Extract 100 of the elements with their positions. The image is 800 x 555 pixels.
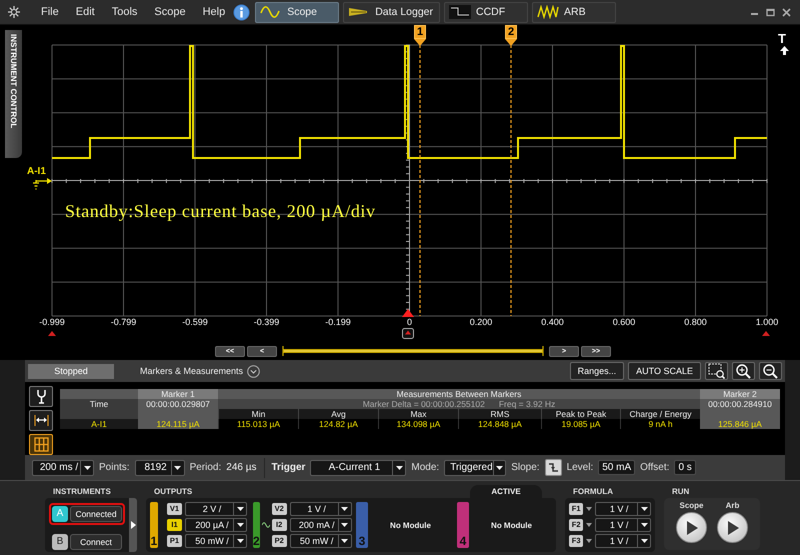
instrument-badge: A (52, 506, 68, 522)
scale-dropdown[interactable]: 1 V / (595, 534, 651, 548)
channel-bar: 3 (356, 502, 368, 548)
caret-icon (640, 507, 648, 511)
zoom-area-icon (708, 363, 725, 379)
span-arrows-icon (34, 413, 48, 428)
scale-dropdown[interactable]: 2 V / (185, 502, 247, 516)
section-title: OUTPUTS (153, 486, 192, 498)
tab[interactable]: CCDF (444, 2, 528, 22)
play-button[interactable] (717, 512, 748, 543)
trigger-marker-icon (402, 309, 414, 317)
expand-arrow-icon (130, 521, 136, 529)
chevron-down-icon[interactable] (247, 364, 260, 378)
center-button[interactable] (402, 328, 414, 339)
frequency-text: Freq = 3.92 Hz (498, 399, 556, 409)
caret-icon (236, 523, 244, 527)
connect-button[interactable]: Connect (70, 534, 122, 550)
axis-label: 1.000 (754, 317, 780, 327)
run-label: Arb (726, 501, 740, 510)
trigger-label: T (778, 31, 786, 46)
menu-item[interactable]: Edit (76, 6, 95, 18)
zoom-out-icon (762, 363, 779, 379)
menu-item[interactable]: Scope (154, 6, 186, 18)
table-cell: 00:00:00.284910 (700, 399, 780, 409)
scale-dropdown[interactable]: 1 V / (595, 518, 651, 532)
column-header: Marker 2 (700, 389, 780, 399)
up-arrow-icon (780, 46, 789, 55)
zigzag-icon (537, 5, 560, 19)
scroll-arrow-icon[interactable] (762, 331, 770, 336)
table-cell: 125.846 µA (700, 419, 780, 429)
points-dropdown[interactable]: 8192 (134, 460, 185, 476)
column-header: Max (378, 409, 458, 419)
menu-item[interactable]: File (41, 6, 59, 18)
empty-module-text: No Module (389, 520, 432, 532)
scale-dropdown[interactable]: 200 µA / (185, 518, 247, 532)
instrument-badge: B (52, 534, 68, 550)
caret-icon (236, 507, 244, 511)
zoom-out-button[interactable] (759, 362, 782, 380)
table-cell: 124.115 µA (138, 419, 218, 429)
scale-dropdown[interactable]: 50 mW / (185, 534, 247, 548)
mode-dropdown[interactable]: Triggered (444, 460, 506, 476)
scroll-arrow-icon[interactable] (48, 331, 56, 336)
period-value: 246 µs (226, 462, 256, 473)
trigger-source-dropdown[interactable]: A-Current 1 (310, 460, 406, 476)
scale-dropdown[interactable]: 200 mA / (290, 518, 352, 532)
slope-button[interactable] (544, 459, 562, 476)
trigger-label: Trigger (272, 462, 306, 473)
zoom-in-icon (735, 363, 752, 379)
tool-button[interactable] (29, 410, 53, 431)
axis-label: -0.199 (324, 317, 352, 327)
level-field[interactable]: 50 mA (598, 460, 636, 475)
info-icon[interactable] (233, 4, 250, 20)
step-curve-icon (449, 5, 472, 19)
auto-scale-button[interactable]: AUTO SCALE (628, 362, 701, 380)
close-icon[interactable] (782, 8, 791, 16)
caret-icon (640, 523, 648, 527)
annotation-text: Standby:Sleep current base, 200 µA/div (65, 201, 376, 222)
sine-wave-icon (260, 5, 282, 19)
section-title[interactable]: Markers & Measurements (140, 366, 244, 376)
scale-dropdown[interactable]: 1 V / (290, 502, 352, 516)
play-icon (686, 520, 698, 534)
tab[interactable]: Data Logger (343, 2, 440, 22)
table-cell: 00:00:00.029807 (138, 399, 218, 409)
caret-icon (496, 466, 503, 470)
falling-edge-icon (548, 462, 559, 473)
maximize-icon[interactable] (766, 8, 775, 16)
delta-text: Marker Delta = 00:00:00.255102 (362, 399, 485, 409)
dropdown-arrow-icon[interactable] (586, 539, 592, 543)
dropdown-arrow-icon[interactable] (586, 523, 592, 527)
scale-dropdown[interactable]: 50 mW / (290, 534, 352, 548)
tab[interactable]: Scope (255, 2, 340, 22)
connect-button[interactable]: Connected (70, 506, 122, 522)
offset-field[interactable]: 0 s (674, 460, 696, 475)
ground-icon (30, 178, 52, 192)
timebase-dropdown[interactable]: 200 ms / (32, 460, 94, 476)
tool-button[interactable] (29, 386, 53, 407)
channel-label: A-I1 (27, 166, 46, 177)
field-label: Slope: (511, 462, 540, 473)
expand-tab[interactable] (129, 498, 137, 552)
axis-label: -0.799 (110, 317, 138, 327)
zoom-area-button[interactable] (705, 362, 728, 380)
menu-item[interactable]: Tools (112, 6, 138, 18)
axis-label: 0.600 (612, 317, 636, 327)
instrument-row[interactable]: A Connected (49, 503, 125, 525)
grid-icon (34, 437, 48, 452)
channel-bar: 1 (150, 502, 158, 548)
dropdown-arrow-icon[interactable] (586, 507, 592, 511)
scale-dropdown[interactable]: 1 V / (595, 502, 651, 516)
menu-item[interactable]: Help (202, 6, 226, 18)
tab[interactable]: ARB (532, 2, 616, 22)
caret-icon (341, 539, 348, 543)
zoom-in-button[interactable] (732, 362, 755, 380)
field-label: Points: (99, 462, 130, 473)
ranges-button[interactable]: Ranges... (570, 362, 624, 380)
axis-label: -0.399 (252, 317, 280, 327)
axis-label: 0 (406, 317, 413, 327)
instrument-row[interactable]: B Connect (49, 531, 125, 553)
side-panel-tab[interactable]: INSTRUMENT CONTROL (5, 30, 22, 158)
play-button[interactable] (676, 512, 707, 543)
section-title: INSTRUMENTS (52, 486, 112, 498)
